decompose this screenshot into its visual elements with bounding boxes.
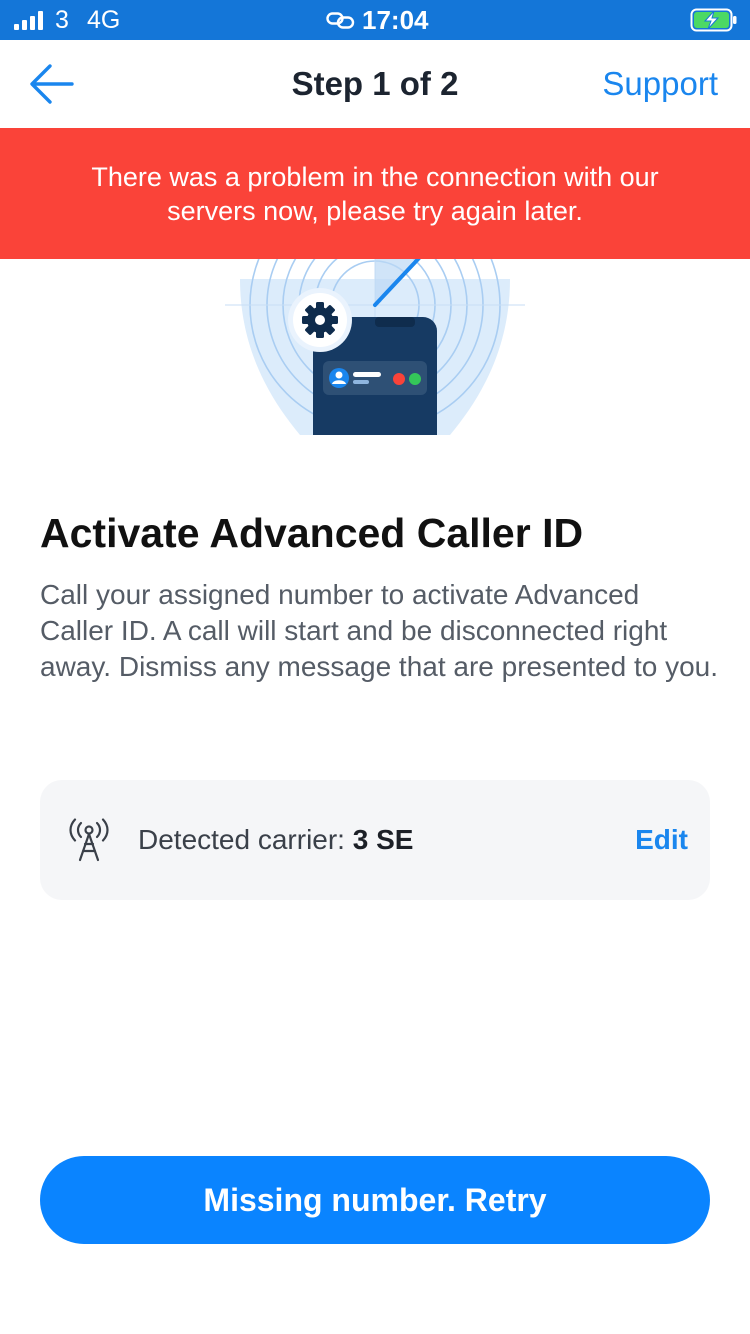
antenna-icon bbox=[69, 818, 109, 862]
screen: 3 4G 17:04 Step 1 of 2 Support There was… bbox=[0, 0, 750, 1334]
carrier-name: 3 bbox=[55, 6, 69, 34]
carrier-label: Detected carrier: bbox=[138, 824, 345, 855]
link-icon bbox=[326, 12, 355, 29]
section-heading: Activate Advanced Caller ID bbox=[40, 510, 584, 556]
battery-charging-icon bbox=[690, 8, 737, 32]
clock: 17:04 bbox=[362, 5, 429, 35]
arrow-left-icon bbox=[30, 64, 74, 104]
signal-icon bbox=[14, 11, 43, 30]
page-title: Step 1 of 2 bbox=[291, 65, 459, 102]
support-link[interactable]: Support bbox=[602, 64, 718, 104]
carrier-detected-text: Detected carrier: 3 SE bbox=[138, 822, 413, 858]
retry-button[interactable]: Missing number. Retry bbox=[40, 1156, 710, 1244]
network-type: 4G bbox=[87, 6, 121, 34]
carrier-card: Detected carrier: 3 SE Edit bbox=[40, 780, 710, 900]
error-banner: There was a problem in the connection wi… bbox=[0, 128, 750, 259]
error-message: There was a problem in the connection wi… bbox=[91, 161, 659, 226]
phone-caller-id-illustration bbox=[225, 259, 525, 435]
edit-carrier-button[interactable]: Edit bbox=[635, 822, 688, 858]
carrier-value: 3 SE bbox=[352, 824, 414, 855]
status-bar: 3 4G 17:04 bbox=[0, 0, 750, 40]
navigation-bar: Step 1 of 2 Support bbox=[0, 40, 750, 128]
section-description: Call your assigned number to activate Ad… bbox=[40, 579, 719, 682]
back-button[interactable] bbox=[28, 60, 78, 108]
